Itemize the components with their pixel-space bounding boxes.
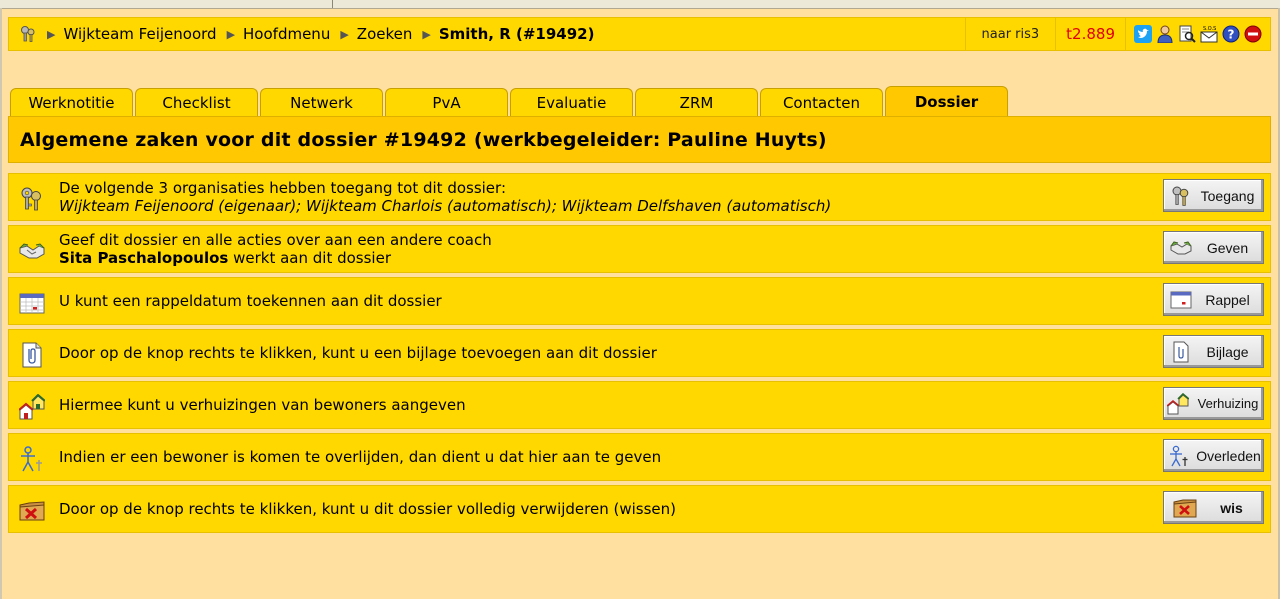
breadcrumb-arrow-icon: ▶	[422, 27, 431, 41]
counter-display: t2.889	[1055, 18, 1125, 50]
delete-description: Door op de knop rechts te klikken, kunt …	[59, 486, 676, 532]
tab-netwerk[interactable]: Netwerk	[260, 88, 383, 116]
reminder-description: U kunt een rappeldatum toekennen aan dit…	[59, 278, 442, 324]
reminder-text: U kunt een rappeldatum toekennen aan dit…	[59, 292, 442, 310]
navigation-bar: ▶ Wijkteam Feijenoord ▶ Hoofdmenu ▶ Zoek…	[8, 17, 1271, 51]
moving-button-label: Verhuizing	[1197, 396, 1259, 411]
ris-link[interactable]: naar ris3	[964, 18, 1056, 50]
folder-delete-icon	[19, 501, 45, 521]
paperclip-document-icon	[22, 342, 42, 368]
home-keys-icon[interactable]	[19, 25, 37, 43]
breadcrumb: ▶ Wijkteam Feijenoord ▶ Hoofdmenu ▶ Zoek…	[19, 18, 594, 50]
give-coach-line: Sita Paschalopoulos werkt aan dit dossie…	[59, 249, 492, 267]
help-icon[interactable]: ?	[1222, 25, 1240, 43]
breadcrumb-arrow-icon: ▶	[47, 27, 56, 41]
moving-text: Hiermee kunt u verhuizingen van bewoners…	[59, 396, 466, 414]
tab-dossier[interactable]: Dossier	[885, 86, 1008, 116]
moving-description: Hiermee kunt u verhuizingen van bewoners…	[59, 382, 466, 428]
access-button[interactable]: Toegang	[1163, 179, 1264, 212]
svg-text:?: ?	[1228, 28, 1235, 42]
moving-button[interactable]: Verhuizing	[1163, 387, 1264, 420]
nav-icon-group: S.O.S ?	[1125, 18, 1270, 50]
give-button[interactable]: Geven	[1163, 231, 1264, 264]
svg-text:S.O.S: S.O.S	[1203, 26, 1216, 32]
houses-icon	[1167, 392, 1189, 414]
attachment-button[interactable]: Bijlage	[1163, 335, 1264, 368]
access-row: De volgende 3 organisaties hebben toegan…	[8, 173, 1271, 221]
access-intro-text: De volgende 3 organisaties hebben toegan…	[59, 179, 506, 197]
give-row: Geef dit dossier en alle acties over aan…	[8, 225, 1271, 273]
paperclip-document-icon	[1173, 341, 1189, 362]
twitter-icon[interactable]	[1134, 25, 1152, 43]
reminder-row: U kunt een rappeldatum toekennen aan dit…	[8, 277, 1271, 325]
houses-icon	[19, 394, 45, 420]
person-cross-icon	[1170, 445, 1188, 466]
sos-mail-icon[interactable]: S.O.S	[1200, 25, 1218, 43]
give-coach-suffix: werkt aan dit dossier	[228, 249, 391, 267]
left-border	[0, 8, 2, 599]
attachment-button-label: Bijlage	[1206, 343, 1249, 360]
delete-text: Door op de knop rechts te klikken, kunt …	[59, 500, 677, 518]
person-cross-icon	[21, 446, 42, 472]
access-organisations-text: Wijkteam Feijenoord (eigenaar); Wijkteam…	[59, 197, 832, 215]
give-description: Geef dit dossier en alle acties over aan…	[59, 226, 492, 272]
reminder-button[interactable]: Rappel	[1163, 283, 1264, 316]
nav-tools: naar ris3 t2.889 S.O.S ?	[964, 18, 1270, 50]
attachment-row: Door op de knop rechts te klikken, kunt …	[8, 329, 1271, 377]
tab-checklist[interactable]: Checklist	[135, 88, 258, 116]
calendar-icon	[19, 293, 45, 314]
window-top-strip	[0, 0, 1280, 9]
tab-pva[interactable]: PvA	[385, 88, 508, 116]
folder-delete-icon	[1173, 499, 1197, 517]
deceased-button-label: Overleden	[1196, 447, 1261, 464]
attachment-text: Door op de knop rechts te klikken, kunt …	[59, 344, 657, 362]
delete-row: Door op de knop rechts te klikken, kunt …	[8, 485, 1271, 533]
keys-icon	[1172, 186, 1189, 206]
attachment-description: Door op de knop rechts te klikken, kunt …	[59, 330, 657, 376]
breadcrumb-current: Smith, R (#19492)	[438, 25, 595, 43]
window-divider	[332, 0, 333, 8]
deceased-description: Indien er een bewoner is komen te overli…	[59, 434, 661, 480]
reminder-button-label: Rappel	[1205, 291, 1250, 308]
page-title: Algemene zaken voor dit dossier #19492 (…	[8, 116, 1271, 163]
keys-icon	[21, 187, 41, 211]
give-button-label: Geven	[1206, 239, 1249, 256]
breadcrumb-item[interactable]: Hoofdmenu	[243, 25, 330, 43]
give-intro-text: Geef dit dossier en alle acties over aan…	[59, 231, 492, 249]
tab-zrm[interactable]: ZRM	[635, 88, 758, 116]
deceased-button[interactable]: Overleden	[1163, 439, 1264, 472]
breadcrumb-item[interactable]: Wijkteam Feijenoord	[63, 25, 216, 43]
access-description: De volgende 3 organisaties hebben toegan…	[59, 174, 831, 220]
handshake-icon	[1170, 240, 1192, 254]
deceased-row: Indien er een bewoner is komen te overli…	[8, 433, 1271, 481]
moving-row: Hiermee kunt u verhuizingen van bewoners…	[8, 381, 1271, 429]
delete-button-label: wis	[1220, 499, 1243, 516]
logout-stop-icon[interactable]	[1244, 25, 1262, 43]
calendar-icon	[1170, 291, 1192, 308]
deceased-text: Indien er een bewoner is komen te overli…	[59, 448, 662, 466]
breadcrumb-arrow-icon: ▶	[226, 27, 236, 41]
user-icon[interactable]	[1156, 25, 1174, 43]
breadcrumb-item[interactable]: Zoeken	[357, 25, 413, 43]
coach-name: Sita Paschalopoulos	[59, 249, 229, 267]
tab-werknotitie[interactable]: Werknotitie	[10, 88, 133, 116]
tab-contacten[interactable]: Contacten	[760, 88, 883, 116]
tab-evaluatie[interactable]: Evaluatie	[510, 88, 633, 116]
document-search-icon[interactable]	[1178, 25, 1196, 43]
handshake-icon	[19, 243, 45, 259]
access-button-label: Toegang	[1200, 187, 1255, 204]
delete-button[interactable]: wis	[1163, 491, 1264, 524]
breadcrumb-arrow-icon: ▶	[340, 27, 349, 41]
